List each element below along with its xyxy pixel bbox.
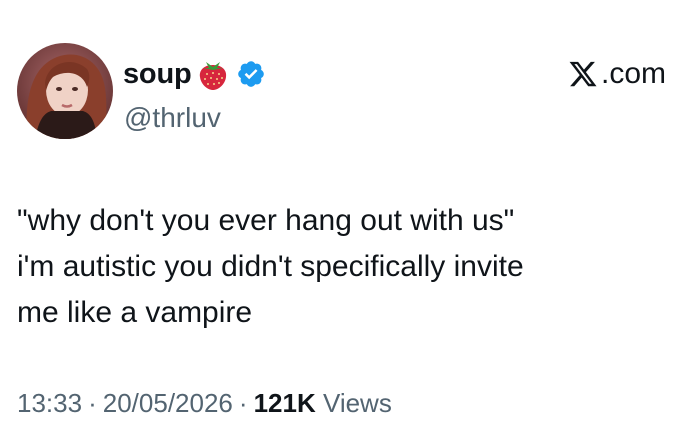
- tweet-line: "why don't you ever hang out with us": [17, 204, 515, 237]
- author-name-row[interactable]: soup: [123, 57, 266, 91]
- tweet-metadata: 13:33 · 20/05/2026 · 121K Views: [17, 385, 392, 421]
- tweet-line: me like a vampire: [17, 296, 253, 329]
- tweet-card: soup @thrluv .com "why don't you ever ha…: [0, 0, 700, 447]
- brand-x-com: .com: [568, 58, 666, 90]
- strawberry-icon: [195, 56, 231, 92]
- x-logo-icon: [568, 59, 598, 89]
- brand-text: .com: [600, 57, 666, 90]
- tweet-text: "why don't you ever hang out with us" i'…: [17, 198, 677, 336]
- display-name[interactable]: soup: [123, 57, 192, 91]
- verified-badge-icon[interactable]: [236, 59, 266, 89]
- author-handle[interactable]: @thrluv: [124, 101, 221, 135]
- avatar[interactable]: [17, 43, 113, 139]
- tweet-date[interactable]: 20/05/2026: [103, 388, 233, 418]
- avatar-photo-icon: [17, 43, 113, 139]
- views-count[interactable]: 121K: [254, 388, 316, 418]
- tweet-time[interactable]: 13:33: [17, 388, 82, 418]
- views-label[interactable]: Views: [323, 388, 392, 418]
- tweet-line: i'm autistic you didn't specifically inv…: [17, 250, 524, 283]
- separator: ·: [238, 388, 248, 418]
- separator: ·: [88, 388, 97, 418]
